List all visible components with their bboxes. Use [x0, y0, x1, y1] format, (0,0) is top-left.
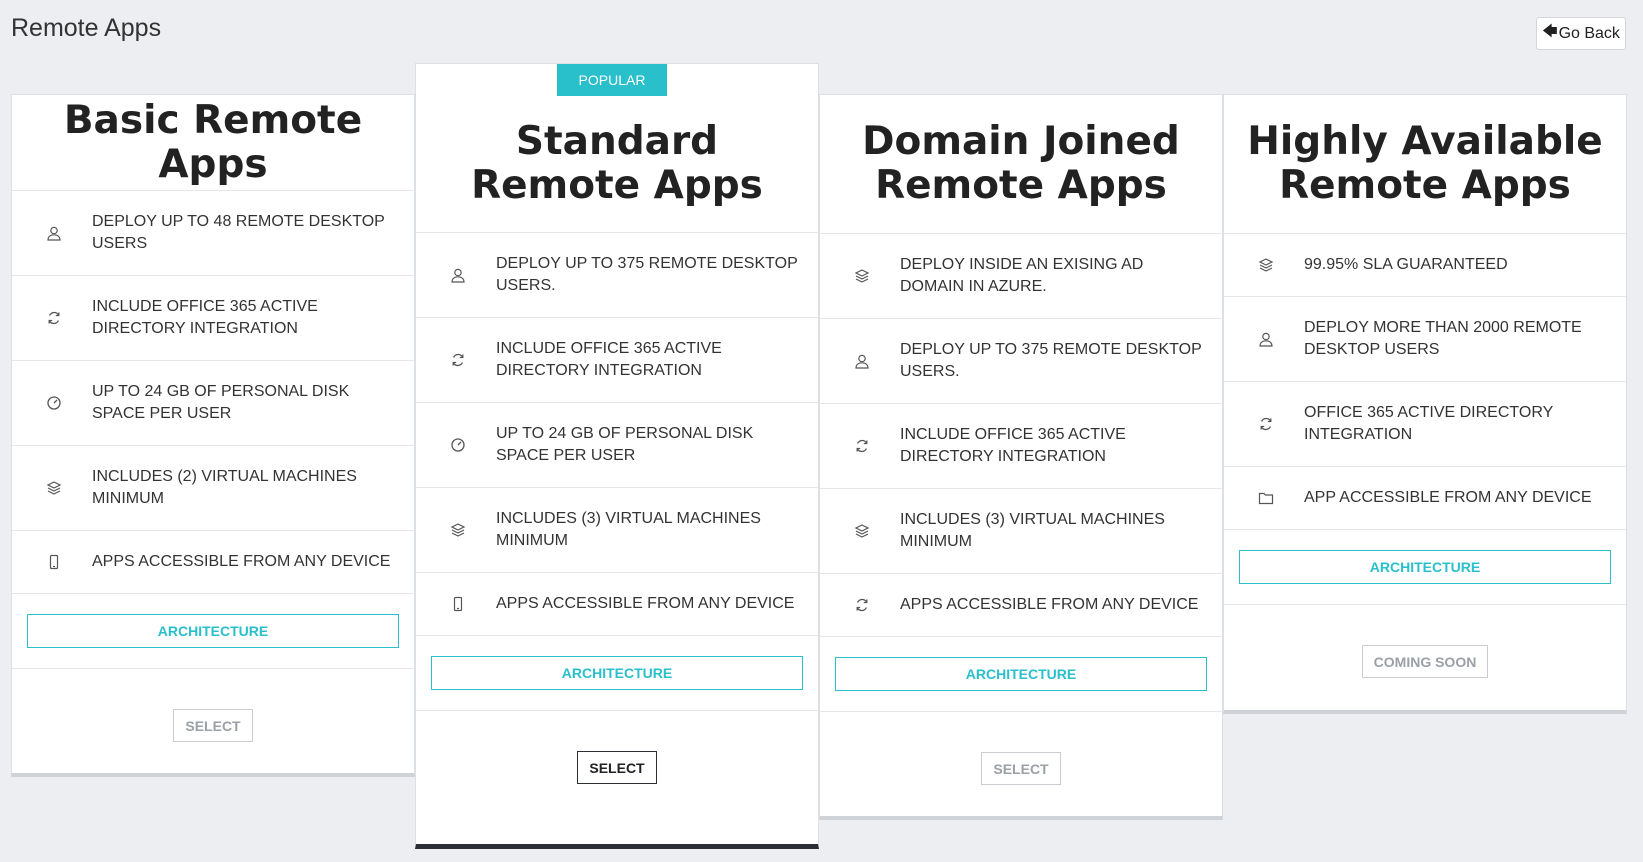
- folder-icon: [1258, 490, 1274, 506]
- feature-text: INCLUDE OFFICE 365 ACTIVE DIRECTORY INTE…: [496, 340, 722, 379]
- layers-icon: [854, 523, 870, 539]
- feature-text: APP ACCESSIBLE FROM ANY DEVICE: [1304, 489, 1592, 506]
- feature-row: INCLUDES (2) VIRTUAL MACHINES MINIMUM: [12, 446, 414, 531]
- feature-row: DEPLOY MORE THAN 2000 REMOTE DESKTOP USE…: [1224, 297, 1626, 382]
- feature-text: DEPLOY UP TO 375 REMOTE DESKTOP USERS.: [900, 341, 1202, 380]
- feature-row: UP TO 24 GB OF PERSONAL DISK SPACE PER U…: [416, 403, 818, 488]
- gauge-icon: [450, 437, 466, 453]
- architecture-row: ARCHITECTURE: [416, 636, 818, 711]
- feature-text: APPS ACCESSIBLE FROM ANY DEVICE: [900, 596, 1199, 613]
- sync-icon: [46, 310, 62, 326]
- feature-row: DEPLOY UP TO 48 REMOTE DESKTOP USERS: [12, 191, 414, 276]
- select-button[interactable]: SELECT: [577, 751, 657, 784]
- plan-card-domain-joined: Domain Joined Remote Apps DEPLOY INSIDE …: [819, 94, 1223, 820]
- plan-card-standard: POPULAR Standard Remote Apps DEPLOY UP T…: [415, 63, 819, 849]
- feature-row: DEPLOY UP TO 375 REMOTE DESKTOP USERS.: [820, 319, 1222, 404]
- feature-row: APPS ACCESSIBLE FROM ANY DEVICE: [416, 573, 818, 636]
- mobile-icon: [46, 554, 62, 570]
- architecture-row: ARCHITECTURE: [1224, 530, 1626, 605]
- plan-title: Domain Joined Remote Apps: [820, 95, 1222, 234]
- popular-badge: POPULAR: [557, 64, 667, 96]
- feature-row: INCLUDE OFFICE 365 ACTIVE DIRECTORY INTE…: [12, 276, 414, 361]
- sync-icon: [854, 438, 870, 454]
- user-icon: [854, 353, 870, 369]
- plan-card-highly-available: Highly Available Remote Apps 99.95% SLA …: [1223, 94, 1627, 714]
- user-icon: [46, 225, 62, 241]
- feature-row: INCLUDE OFFICE 365 ACTIVE DIRECTORY INTE…: [820, 404, 1222, 489]
- feature-row: 99.95% SLA GUARANTEED: [1224, 234, 1626, 297]
- plan-title: Highly Available Remote Apps: [1224, 95, 1626, 234]
- architecture-row: ARCHITECTURE: [12, 594, 414, 669]
- plan-title: Basic Remote Apps: [12, 95, 414, 191]
- user-icon: [1258, 331, 1274, 347]
- architecture-row: ARCHITECTURE: [820, 637, 1222, 712]
- feature-text: APPS ACCESSIBLE FROM ANY DEVICE: [496, 595, 795, 612]
- sync-icon: [1258, 416, 1274, 432]
- feature-text: OFFICE 365 ACTIVE DIRECTORY INTEGRATION: [1304, 404, 1553, 443]
- layers-icon: [854, 268, 870, 284]
- user-icon: [450, 267, 466, 283]
- go-back-label: Go Back: [1558, 24, 1620, 42]
- sync-icon: [854, 597, 870, 613]
- feature-text: INCLUDE OFFICE 365 ACTIVE DIRECTORY INTE…: [92, 298, 318, 337]
- select-button[interactable]: SELECT: [981, 752, 1061, 785]
- plan-card-basic: Basic Remote Apps DEPLOY UP TO 48 REMOTE…: [11, 94, 415, 777]
- feature-row: INCLUDES (3) VIRTUAL MACHINES MINIMUM: [416, 488, 818, 573]
- sync-icon: [450, 352, 466, 368]
- feature-row: DEPLOY INSIDE AN EXISING AD DOMAIN IN AZ…: [820, 234, 1222, 319]
- feature-row: INCLUDES (3) VIRTUAL MACHINES MINIMUM: [820, 489, 1222, 574]
- feature-text: INCLUDE OFFICE 365 ACTIVE DIRECTORY INTE…: [900, 426, 1126, 465]
- feature-row: APPS ACCESSIBLE FROM ANY DEVICE: [820, 574, 1222, 637]
- feature-text: DEPLOY MORE THAN 2000 REMOTE DESKTOP USE…: [1304, 319, 1582, 358]
- feature-text: DEPLOY UP TO 48 REMOTE DESKTOP USERS: [92, 213, 385, 252]
- layers-icon: [1258, 257, 1274, 273]
- feature-row: OFFICE 365 ACTIVE DIRECTORY INTEGRATION: [1224, 382, 1626, 467]
- arrow-left-icon: 🡄: [1542, 23, 1558, 40]
- go-back-button[interactable]: 🡄 Go Back: [1536, 17, 1626, 50]
- feature-row: DEPLOY UP TO 375 REMOTE DESKTOP USERS.: [416, 233, 818, 318]
- mobile-icon: [450, 596, 466, 612]
- feature-row: INCLUDE OFFICE 365 ACTIVE DIRECTORY INTE…: [416, 318, 818, 403]
- select-button[interactable]: SELECT: [173, 709, 253, 742]
- feature-text: UP TO 24 GB OF PERSONAL DISK SPACE PER U…: [496, 425, 754, 464]
- feature-text: APPS ACCESSIBLE FROM ANY DEVICE: [92, 553, 391, 570]
- feature-text: INCLUDES (2) VIRTUAL MACHINES MINIMUM: [92, 468, 357, 507]
- architecture-button[interactable]: ARCHITECTURE: [431, 656, 803, 690]
- architecture-button[interactable]: ARCHITECTURE: [27, 614, 399, 648]
- feature-text: DEPLOY INSIDE AN EXISING AD DOMAIN IN AZ…: [900, 256, 1144, 295]
- layers-icon: [46, 480, 62, 496]
- architecture-button[interactable]: ARCHITECTURE: [1239, 550, 1611, 584]
- feature-text: INCLUDES (3) VIRTUAL MACHINES MINIMUM: [496, 510, 761, 549]
- feature-text: 99.95% SLA GUARANTEED: [1304, 256, 1508, 273]
- gauge-icon: [46, 395, 62, 411]
- feature-row: APP ACCESSIBLE FROM ANY DEVICE: [1224, 467, 1626, 530]
- feature-text: INCLUDES (3) VIRTUAL MACHINES MINIMUM: [900, 511, 1165, 550]
- feature-row: UP TO 24 GB OF PERSONAL DISK SPACE PER U…: [12, 361, 414, 446]
- feature-text: DEPLOY UP TO 375 REMOTE DESKTOP USERS.: [496, 255, 798, 294]
- feature-text: UP TO 24 GB OF PERSONAL DISK SPACE PER U…: [92, 383, 350, 422]
- coming-soon-button[interactable]: COMING SOON: [1361, 645, 1489, 678]
- architecture-button[interactable]: ARCHITECTURE: [835, 657, 1207, 691]
- layers-icon: [450, 522, 466, 538]
- page-title: Remote Apps: [11, 14, 162, 42]
- feature-row: APPS ACCESSIBLE FROM ANY DEVICE: [12, 531, 414, 594]
